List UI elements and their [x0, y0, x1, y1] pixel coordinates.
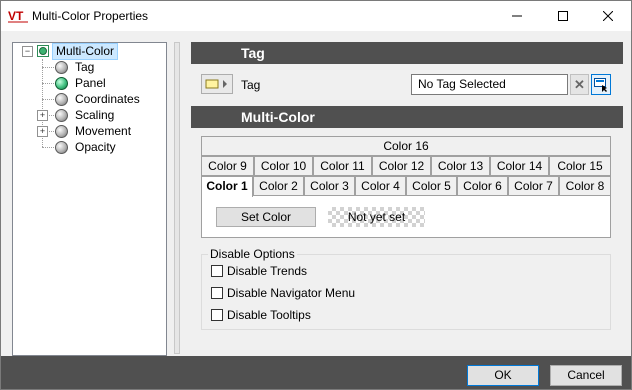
tab-color-5[interactable]: Color 5	[406, 176, 457, 196]
tree-item-label: Movement	[75, 123, 132, 138]
cancel-button[interactable]: Cancel	[550, 365, 622, 386]
tab-color-11[interactable]: Color 11	[313, 156, 372, 176]
gray-orb-icon	[55, 60, 68, 74]
minimize-button[interactable]	[494, 1, 540, 31]
tree-connector	[42, 67, 54, 68]
disable-tooltips-checkbox[interactable]: Disable Tooltips	[211, 308, 311, 322]
tree-item-scaling[interactable]: Scaling	[55, 107, 117, 123]
disable-navigator-menu-checkbox[interactable]: Disable Navigator Menu	[211, 286, 355, 300]
browse-tag-icon	[594, 77, 607, 92]
expand-toggle-icon[interactable]: +	[37, 126, 48, 137]
app-logo-icon: VT	[8, 9, 28, 23]
pane-splitter[interactable]	[174, 42, 180, 354]
tab-color-1[interactable]: Color 1	[201, 176, 253, 197]
tree-connector	[42, 99, 54, 100]
tag-picker-button[interactable]	[201, 74, 233, 94]
tab-color-2[interactable]: Color 2	[253, 176, 304, 196]
collapse-toggle-icon[interactable]: −	[22, 46, 33, 57]
tree-item-label: Scaling	[75, 107, 115, 122]
tab-color-16[interactable]: Color 16	[201, 136, 611, 156]
window-title: Multi-Color Properties	[32, 9, 149, 23]
clear-icon: ✕	[574, 76, 585, 92]
multicolor-section-header: Multi-Color	[191, 106, 623, 128]
tree-item-label: Coordinates	[75, 91, 140, 106]
tree-connector	[42, 83, 54, 84]
disable-trends-checkbox[interactable]: Disable Trends	[211, 264, 307, 278]
browse-tag-button[interactable]	[591, 74, 611, 95]
checkbox-box[interactable]	[211, 287, 223, 299]
tab-color-13[interactable]: Color 13	[431, 156, 490, 176]
gray-orb-icon	[55, 124, 68, 138]
tree-item-opacity[interactable]: Opacity	[55, 139, 119, 155]
tag-section-header: Tag	[191, 42, 623, 64]
tag-value-field[interactable]: No Tag Selected	[411, 74, 568, 95]
maximize-icon	[558, 11, 568, 21]
gray-orb-icon	[55, 92, 68, 106]
tree-connector	[42, 147, 54, 148]
checkbox-label: Disable Navigator Menu	[227, 286, 356, 300]
tree-item-tag[interactable]: Tag	[55, 59, 97, 75]
close-button[interactable]	[585, 1, 631, 31]
tab-color-3[interactable]: Color 3	[304, 176, 355, 196]
tag-label: Tag	[241, 78, 261, 92]
property-tree[interactable]: − Multi-Color Tag Panel Coordinates + Sc…	[12, 42, 167, 356]
tree-item-label: Multi-Color	[52, 42, 119, 60]
checkbox-box[interactable]	[211, 309, 223, 321]
tab-color-4[interactable]: Color 4	[355, 176, 406, 196]
tab-color-10[interactable]: Color 10	[254, 156, 313, 176]
tree-item-coordinates[interactable]: Coordinates	[55, 91, 143, 107]
tab-color-7[interactable]: Color 7	[508, 176, 559, 196]
title-bar: VT Multi-Color Properties	[1, 1, 631, 31]
close-icon	[603, 11, 613, 21]
gray-orb-icon	[55, 108, 68, 122]
tree-item-label: Tag	[75, 59, 95, 74]
disable-options-title: Disable Options	[208, 247, 297, 261]
tab-color-9[interactable]: Color 9	[201, 156, 254, 176]
maximize-button[interactable]	[540, 1, 586, 31]
tab-color-8[interactable]: Color 8	[559, 176, 611, 196]
multicolor-object-icon	[37, 45, 49, 57]
checkbox-box[interactable]	[211, 265, 223, 277]
expand-toggle-icon[interactable]: +	[37, 110, 48, 121]
tree-item-label: Opacity	[75, 139, 116, 154]
green-orb-icon	[55, 76, 68, 90]
tab-color-12[interactable]: Color 12	[372, 156, 431, 176]
gray-orb-icon	[55, 140, 68, 154]
color-swatch: Not yet set	[328, 207, 425, 227]
tree-item-panel[interactable]: Panel	[55, 75, 109, 91]
properties-window: VT Multi-Color Properties − Multi-Color …	[0, 0, 632, 390]
tree-item-multi-color[interactable]: Multi-Color	[37, 42, 119, 60]
svg-text:VT: VT	[8, 9, 24, 23]
tag-icon	[205, 79, 227, 89]
tab-color-6[interactable]: Color 6	[457, 176, 508, 196]
tree-item-movement[interactable]: Movement	[55, 123, 134, 139]
checkbox-label: Disable Tooltips	[227, 308, 311, 322]
minimize-icon	[512, 15, 522, 17]
tree-item-label: Panel	[75, 75, 106, 90]
set-color-button[interactable]: Set Color	[216, 207, 316, 227]
ok-button[interactable]: OK	[467, 365, 539, 386]
tab-color-15[interactable]: Color 15	[549, 156, 611, 176]
clear-tag-button[interactable]: ✕	[570, 74, 589, 95]
tab-color-14[interactable]: Color 14	[490, 156, 549, 176]
checkbox-label: Disable Trends	[227, 264, 308, 278]
